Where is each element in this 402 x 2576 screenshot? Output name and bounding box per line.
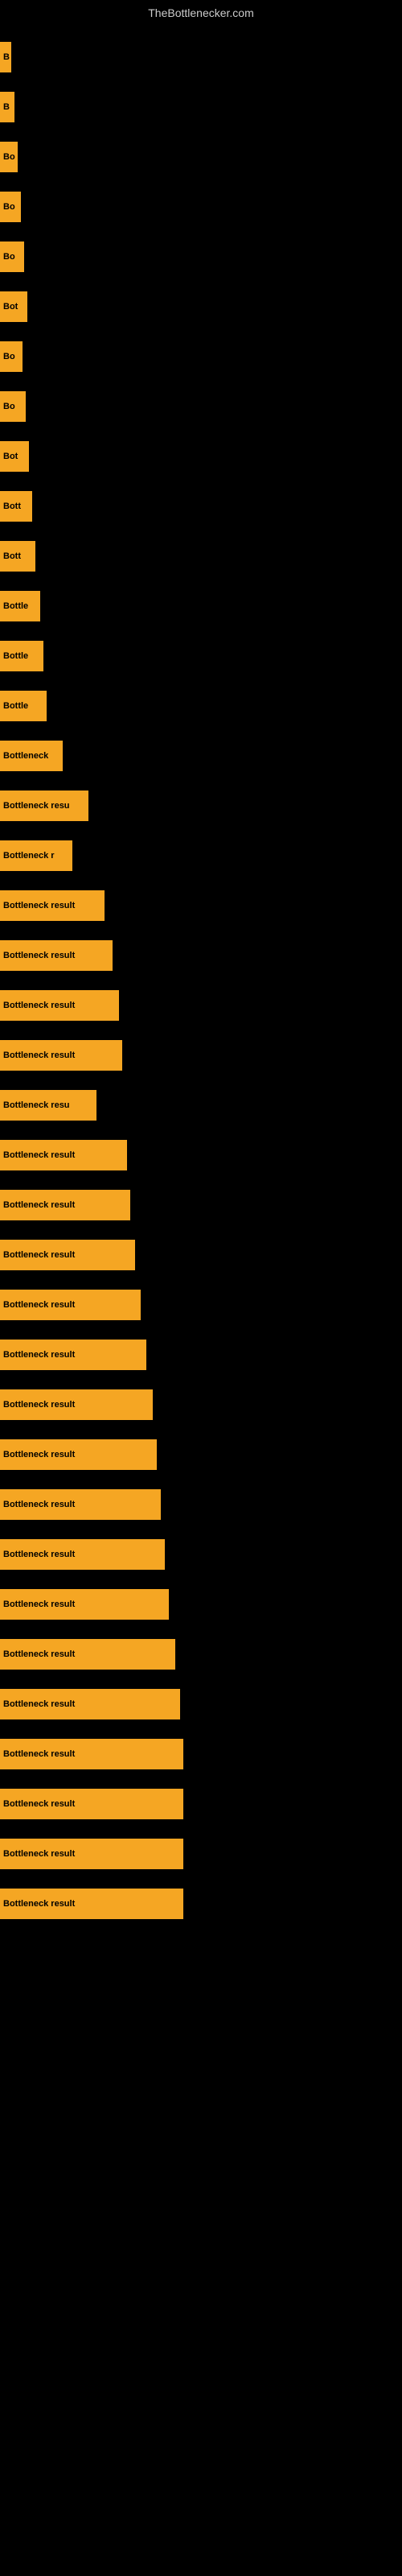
bar-label: Bottleneck result [0, 1739, 183, 1769]
bar-row: Bottleneck result [0, 1232, 402, 1278]
bar-row: Bottleneck resu [0, 1082, 402, 1129]
bar-label: Bo [0, 142, 18, 172]
bar-label: Bottleneck result [0, 1190, 130, 1220]
bar-label: Bottleneck resu [0, 1090, 96, 1121]
bar-label: Bott [0, 541, 35, 572]
bar-label: Bottleneck result [0, 1539, 165, 1570]
bar-label: Bottleneck result [0, 1040, 122, 1071]
bar-row: Bottle [0, 633, 402, 679]
bar-label: Bottleneck [0, 741, 63, 771]
bar-label: Bottleneck result [0, 1340, 146, 1370]
bar-row: B [0, 34, 402, 80]
bar-label: Bot [0, 441, 29, 472]
bar-label: Bottleneck resu [0, 791, 88, 821]
bar-row: Bottleneck result [0, 1431, 402, 1478]
bar-row: Bottleneck result [0, 1182, 402, 1228]
bar-label: Bottleneck result [0, 890, 105, 921]
bar-label: Bottleneck result [0, 1889, 183, 1919]
bar-label: Bottleneck result [0, 1589, 169, 1620]
bar-row: Bott [0, 533, 402, 580]
bar-row: Bottleneck result [0, 882, 402, 929]
bar-label: Bottle [0, 641, 43, 671]
bar-row: Bottleneck result [0, 932, 402, 979]
bar-row: Bottleneck result [0, 1381, 402, 1428]
bar-row: Bottleneck result [0, 982, 402, 1029]
bar-row: Bottleneck result [0, 1331, 402, 1378]
bar-row: Bottleneck result [0, 1731, 402, 1777]
bars-container: BB Bo Bo Bo Bot Bo Bo Bot Bott Bott Bottle Bottle Bo… [0, 26, 402, 1938]
bar-row: Bo [0, 383, 402, 430]
bar-label: Bottleneck result [0, 940, 113, 971]
bar-row: Bo [0, 333, 402, 380]
bar-label: Bo [0, 391, 26, 422]
bar-label: Bottleneck result [0, 1839, 183, 1869]
site-title-text: TheBottlenecker.com [148, 6, 254, 19]
bar-label: Bottleneck result [0, 1140, 127, 1170]
bar-label: Bottle [0, 591, 40, 621]
bar-row: Bott [0, 483, 402, 530]
bar-row: Bo [0, 233, 402, 280]
bar-row: Bottle [0, 583, 402, 630]
bar-row: Bottleneck result [0, 1032, 402, 1079]
bar-row: Bottleneck [0, 733, 402, 779]
bar-label: Bottleneck result [0, 990, 119, 1021]
bar-row: B [0, 84, 402, 130]
bar-row: Bo [0, 184, 402, 230]
site-title: TheBottlenecker.com [0, 0, 402, 26]
bar-row: Bottleneck result [0, 1481, 402, 1528]
bar-row: Bottleneck result [0, 1880, 402, 1927]
bar-label: Bo [0, 242, 24, 272]
bar-label: Bot [0, 291, 27, 322]
bar-row: Bo [0, 134, 402, 180]
bar-label: Bottleneck r [0, 840, 72, 871]
bar-label: Bottleneck result [0, 1489, 161, 1520]
bar-row: Bottleneck result [0, 1831, 402, 1877]
bar-row: Bottleneck r [0, 832, 402, 879]
bar-row: Bottleneck result [0, 1581, 402, 1628]
bar-label: Bottleneck result [0, 1240, 135, 1270]
bar-label: Bottleneck result [0, 1389, 153, 1420]
bar-label: Bottleneck result [0, 1789, 183, 1819]
bar-row: Bot [0, 433, 402, 480]
bar-label: Bottle [0, 691, 47, 721]
bar-label: Bott [0, 491, 32, 522]
bar-row: Bottleneck result [0, 1132, 402, 1179]
bar-label: Bo [0, 192, 21, 222]
bar-row: Bottle [0, 683, 402, 729]
bar-row: Bottleneck result [0, 1531, 402, 1578]
bar-row: Bottleneck resu [0, 782, 402, 829]
bar-label: Bottleneck result [0, 1639, 175, 1670]
bar-row: Bottleneck result [0, 1781, 402, 1827]
bar-row: Bottleneck result [0, 1681, 402, 1728]
bar-label: Bottleneck result [0, 1290, 141, 1320]
bar-row: Bottleneck result [0, 1631, 402, 1678]
bar-label: B [0, 42, 11, 72]
bar-label: Bottleneck result [0, 1439, 157, 1470]
bar-label: Bo [0, 341, 23, 372]
bar-row: Bot [0, 283, 402, 330]
bar-label: B [0, 92, 14, 122]
bar-label: Bottleneck result [0, 1689, 180, 1719]
bar-row: Bottleneck result [0, 1282, 402, 1328]
